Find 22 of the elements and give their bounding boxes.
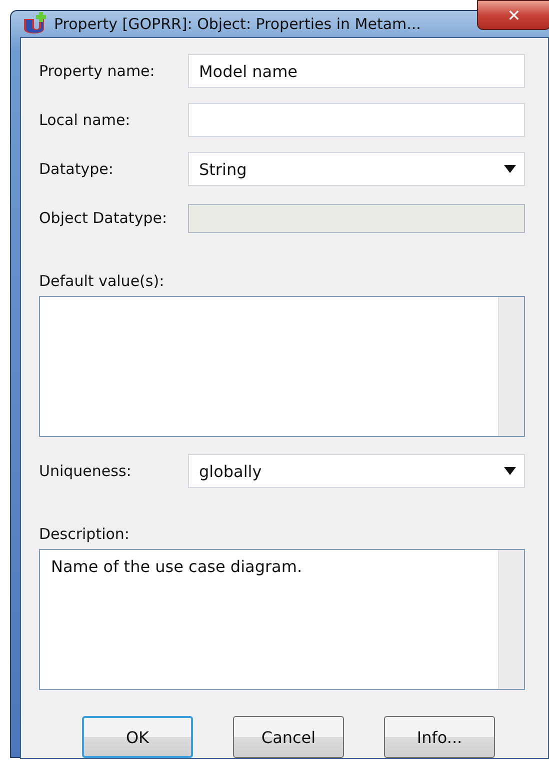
field-label: Uniqueness:: [39, 462, 132, 480]
field-label: Datatype:: [39, 160, 114, 178]
dropdown[interactable]: String: [188, 152, 525, 186]
field-label: Object Datatype:: [39, 209, 168, 227]
field-label: Local name:: [39, 111, 132, 129]
dropdown-arrow-icon: [504, 467, 516, 475]
text-field[interactable]: [188, 103, 525, 137]
scrollbar[interactable]: [498, 297, 524, 436]
field-label: Property name:: [39, 62, 156, 80]
dialog-button[interactable]: Info...: [384, 716, 495, 758]
dialog-button[interactable]: Cancel: [233, 716, 344, 758]
dropdown-arrow-icon: [504, 165, 516, 173]
window-title: Property [GOPRR]: Object: Properties in Metam...: [54, 15, 422, 33]
field-label: Description:: [39, 525, 130, 543]
field-label: Default value(s):: [39, 272, 166, 290]
scrollbar[interactable]: [498, 550, 524, 689]
text-area[interactable]: [39, 296, 525, 437]
dialog-button[interactable]: OK: [82, 716, 193, 758]
text-field[interactable]: Model name: [188, 54, 525, 88]
text-area[interactable]: Name of the use case diagram.: [39, 549, 525, 690]
dropdown[interactable]: globally: [188, 454, 525, 488]
close-button[interactable]: ✕: [477, 0, 549, 30]
